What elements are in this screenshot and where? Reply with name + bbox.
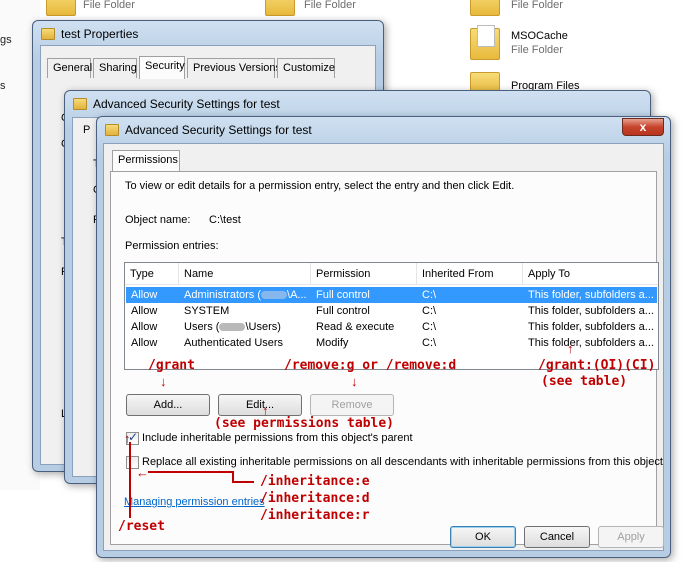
tab-general[interactable]: General	[47, 58, 92, 78]
instructions-text: To view or edit details for a permission…	[125, 180, 515, 192]
folder-type-label: File Folder	[304, 0, 356, 11]
dialog-body: Permissions To view or edit details for …	[103, 143, 664, 551]
annotation-remove: /remove:g or /remove:d	[284, 358, 457, 373]
annotation-line	[129, 442, 131, 518]
left-pane-text: s	[0, 80, 6, 92]
cell-type: Allow	[131, 337, 158, 349]
apply-button[interactable]: Apply	[598, 526, 664, 548]
list-header: Type Name Permission Inherited From Appl…	[125, 263, 658, 285]
column-header-permission[interactable]: Permission	[311, 263, 417, 285]
cell-name: SYSTEM	[184, 305, 230, 317]
add-button[interactable]: Add...	[126, 394, 210, 416]
cell-inherited-from: C:\	[422, 305, 437, 317]
name-part: Administrators (	[184, 289, 262, 301]
folder-icon	[470, 0, 500, 16]
annotation-inheritance-e: /inheritance:e	[260, 474, 370, 489]
name-part: \Users)	[245, 321, 281, 333]
folder-icon	[41, 28, 55, 40]
folder-icon	[73, 98, 87, 110]
cancel-button[interactable]: Cancel	[524, 526, 590, 548]
left-pane-text: gs	[0, 34, 12, 46]
edit-button[interactable]: Edit...	[218, 394, 302, 416]
cell-permission: Full control	[316, 289, 370, 301]
cell-permission: Modify	[316, 337, 349, 349]
remove-button[interactable]: Remove	[310, 394, 394, 416]
name-part: \A...	[287, 289, 307, 301]
advanced-security-dialog: Advanced Security Settings for test x Pe…	[96, 116, 671, 558]
arrow-down-icon: ↓	[351, 374, 358, 389]
table-row[interactable]: Allow Users (\Users) Read & execute C:\ …	[126, 319, 657, 335]
folder-icon	[105, 124, 119, 136]
cell-type: Allow	[131, 321, 158, 333]
cell-inherited-from: C:\	[422, 321, 437, 333]
annotation-see-permissions-table: (see permissions table)	[214, 416, 395, 431]
window-title: Advanced Security Settings for test	[93, 97, 280, 111]
close-button[interactable]: x	[622, 118, 664, 136]
folder-type-label: File Folder	[511, 44, 563, 56]
column-header-type[interactable]: Type	[125, 263, 179, 285]
arrow-up-icon: ↑	[124, 431, 131, 446]
folder-name[interactable]: MSOCache	[511, 30, 568, 42]
tab-previous-versions[interactable]: Previous Versions	[187, 58, 281, 78]
annotation-line	[148, 471, 234, 473]
redaction-blur	[219, 323, 246, 332]
annotation-reset: /reset	[118, 519, 165, 534]
cell-apply-to: This folder, subfolders a...	[528, 337, 654, 349]
cell-type: Allow	[131, 305, 158, 317]
annotation-line	[232, 481, 254, 483]
cell-name: Administrators ( \A...	[179, 287, 311, 303]
ok-button[interactable]: OK	[450, 526, 516, 548]
tab-security[interactable]: Security	[139, 56, 185, 79]
annotation-grant: /grant	[148, 358, 195, 373]
tab-permissions[interactable]: Permissions	[112, 150, 180, 172]
folder-type-label: File Folder	[83, 0, 135, 11]
cell-inherited-from: C:\	[422, 337, 437, 349]
cell-inherited-from: C:\	[422, 289, 437, 301]
cell-apply-to: This folder, subfolders a...	[528, 289, 654, 301]
cell-permission: Full control	[316, 305, 370, 317]
folder-icon	[265, 0, 295, 16]
cell-name: Users ( \Users)	[179, 319, 311, 335]
replace-all-label[interactable]: Replace all existing inheritable permiss…	[142, 456, 663, 468]
tab-sharing[interactable]: Sharing	[93, 58, 137, 78]
annotation-inheritance-r: /inheritance:r	[260, 508, 370, 523]
obscured-tab: P	[83, 124, 91, 136]
annotation-grant-oi-ci: /grant:(OI)(CI)	[538, 358, 656, 373]
table-row[interactable]: Allow Administrators ( \A... Full control…	[126, 287, 657, 303]
column-header-apply-to[interactable]: Apply To	[523, 263, 658, 285]
tab-customize[interactable]: Customize	[277, 58, 335, 78]
object-name-label: Object name:	[125, 214, 191, 226]
column-header-name[interactable]: Name	[179, 263, 311, 285]
object-name-value: C:\test	[209, 214, 241, 226]
cell-apply-to: This folder, subfolders a...	[528, 305, 654, 317]
cell-type: Allow	[131, 289, 158, 301]
column-header-inherited-from[interactable]: Inherited From	[417, 263, 523, 285]
cell-permission: Read & execute	[316, 321, 395, 333]
permission-entries-label: Permission entries:	[125, 240, 219, 252]
managing-permissions-link[interactable]: Managing permission entries	[124, 496, 265, 508]
permission-entries-list[interactable]: Type Name Permission Inherited From Appl…	[124, 262, 659, 370]
folder-icon[interactable]	[470, 25, 500, 60]
cell-apply-to: This folder, subfolders a...	[528, 321, 654, 333]
table-row[interactable]: Allow Authenticated Users Modify C:\ Thi…	[126, 335, 657, 351]
window-title: test Properties	[61, 27, 139, 41]
annotation-inheritance-d: /inheritance:d	[260, 491, 370, 506]
cell-name: Authenticated Users	[184, 337, 284, 349]
arrow-down-icon: ↓	[160, 374, 167, 389]
name-part: Users (	[184, 321, 220, 333]
folder-type-label: File Folder	[511, 0, 563, 11]
annotation-see-table: (see table)	[541, 374, 628, 389]
arrow-up-icon: ↑	[567, 341, 574, 356]
redaction-blur	[261, 291, 288, 300]
folder-icon	[46, 0, 76, 16]
table-row[interactable]: Allow SYSTEM Full control C:\ This folde…	[126, 303, 657, 319]
window-title: Advanced Security Settings for test	[125, 123, 312, 137]
include-inheritable-label[interactable]: Include inheritable permissions from thi…	[142, 432, 413, 444]
